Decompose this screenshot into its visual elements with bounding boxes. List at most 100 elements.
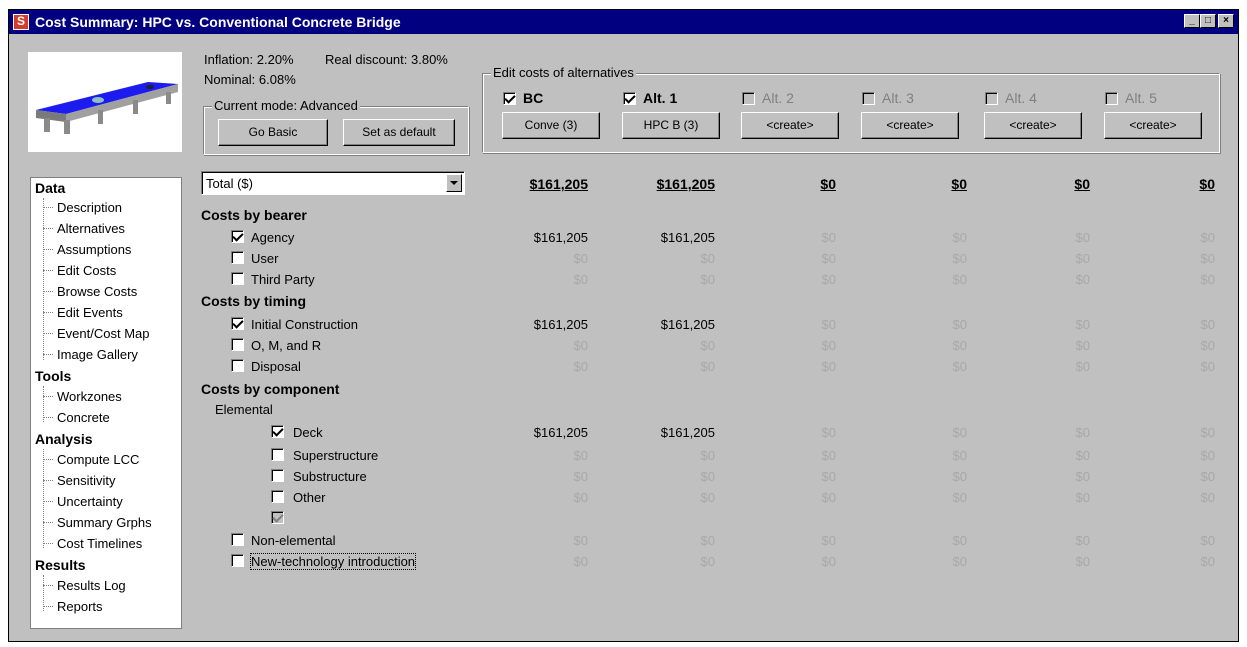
third-party-alt-4: $0: [1075, 272, 1090, 287]
alt-3-checkbox[interactable]: [862, 92, 875, 105]
close-button[interactable]: ×: [1218, 14, 1234, 28]
superstructure-alt-3: $0: [952, 448, 967, 463]
disposal-alt-1: $0: [700, 359, 715, 374]
total-alt-3: $0: [951, 176, 967, 192]
deck-checkbox[interactable]: [271, 425, 284, 438]
alt-bc-edit-button[interactable]: Conve (3): [502, 112, 600, 139]
user-checkbox[interactable]: [231, 251, 244, 264]
title-bar: Cost Summary: HPC vs. Conventional Concr…: [9, 10, 1238, 34]
nav-item-alternatives[interactable]: Alternatives: [57, 221, 125, 236]
agency-checkbox[interactable]: [231, 230, 244, 243]
new-technology-alt-1: $0: [700, 554, 715, 569]
nav-item-concrete[interactable]: Concrete: [57, 410, 110, 425]
disposal-checkbox[interactable]: [231, 359, 244, 372]
alt-3-label: Alt. 3: [882, 90, 914, 106]
superstructure-alt-4: $0: [1075, 448, 1090, 463]
initial-alt-3: $0: [952, 317, 967, 332]
new-technology-alt-5: $0: [1200, 554, 1215, 569]
non-elemental-alt-4: $0: [1075, 533, 1090, 548]
non-elemental-label: Non-elemental: [251, 533, 336, 548]
initial-construction-checkbox[interactable]: [231, 317, 244, 330]
nav-group-results[interactable]: Results: [35, 557, 86, 573]
deck-bc: $161,205: [533, 425, 588, 440]
alt-2-checkbox[interactable]: [742, 92, 755, 105]
third-party-checkbox[interactable]: [231, 272, 244, 285]
mode-group: Current mode: Advanced Go Basic Set as d…: [203, 98, 469, 155]
deck-alt-4: $0: [1075, 425, 1090, 440]
other-checkbox[interactable]: [271, 490, 284, 503]
alt-bc-checkbox[interactable]: [503, 92, 516, 105]
nav-item-edit-costs[interactable]: Edit Costs: [57, 263, 116, 278]
superstructure-alt-5: $0: [1200, 448, 1215, 463]
substructure-checkbox[interactable]: [271, 469, 284, 482]
new-technology-alt-2: $0: [821, 554, 836, 569]
substructure-alt-3: $0: [952, 469, 967, 484]
third-party-label: Third Party: [251, 272, 315, 287]
nav-item-reports[interactable]: Reports: [57, 599, 103, 614]
non-elemental-alt-5: $0: [1200, 533, 1215, 548]
alt-4-create-button[interactable]: <create>: [984, 112, 1082, 139]
nav-item-assumptions[interactable]: Assumptions: [57, 242, 131, 257]
elemental-group-checkbox: [271, 511, 284, 524]
agency-label: Agency: [251, 230, 295, 245]
nav-item-workzones[interactable]: Workzones: [57, 389, 122, 404]
new-technology-checkbox[interactable]: [231, 554, 244, 567]
set-default-button[interactable]: Set as default: [343, 119, 455, 146]
alt-5-create-button[interactable]: <create>: [1104, 112, 1202, 139]
nav-group-analysis[interactable]: Analysis: [35, 431, 93, 447]
nav-item-summary-graphs[interactable]: Summary Grphs: [57, 515, 152, 530]
nav-item-event-cost-map[interactable]: Event/Cost Map: [57, 326, 150, 341]
chevron-down-icon[interactable]: [446, 174, 462, 192]
other-alt-2: $0: [821, 490, 836, 505]
non-elemental-alt-1: $0: [700, 533, 715, 548]
superstructure-checkbox[interactable]: [271, 448, 284, 461]
nav-group-data[interactable]: Data: [35, 180, 65, 196]
total-bc: $161,205: [529, 176, 588, 192]
nav-group-tools[interactable]: Tools: [35, 368, 71, 384]
alt-5-checkbox[interactable]: [1105, 92, 1118, 105]
other-label: Other: [293, 490, 326, 505]
initial-alt-4: $0: [1075, 317, 1090, 332]
non-elemental-alt-2: $0: [821, 533, 836, 548]
agency-alt-5: $0: [1200, 230, 1215, 245]
user-alt-5: $0: [1200, 251, 1215, 266]
other-alt-1: $0: [700, 490, 715, 505]
nav-item-browse-costs[interactable]: Browse Costs: [57, 284, 137, 299]
alt-3-create-button[interactable]: <create>: [861, 112, 959, 139]
nav-item-compute-lcc[interactable]: Compute LCC: [57, 452, 139, 467]
initial-bc: $161,205: [533, 317, 588, 332]
alt-1-edit-button[interactable]: HPC B (3): [622, 112, 720, 139]
substructure-bc: $0: [573, 469, 588, 484]
agency-alt-1: $161,205: [660, 230, 715, 245]
alt-2-create-button[interactable]: <create>: [741, 112, 839, 139]
other-alt-5: $0: [1200, 490, 1215, 505]
omr-checkbox[interactable]: [231, 338, 244, 351]
alt-1-checkbox[interactable]: [623, 92, 636, 105]
nav-item-results-log[interactable]: Results Log: [57, 578, 126, 593]
alt-4-checkbox[interactable]: [985, 92, 998, 105]
nav-item-sensitivity[interactable]: Sensitivity: [57, 473, 116, 488]
cost-type-select[interactable]: Total ($): [201, 171, 465, 195]
omr-bc: $0: [573, 338, 588, 353]
disposal-bc: $0: [573, 359, 588, 374]
maximize-button[interactable]: □: [1200, 14, 1216, 28]
disposal-alt-3: $0: [952, 359, 967, 374]
non-elemental-checkbox[interactable]: [231, 533, 244, 546]
nav-item-edit-events[interactable]: Edit Events: [57, 305, 123, 320]
deck-label: Deck: [293, 425, 323, 440]
non-elemental-bc: $0: [573, 533, 588, 548]
nav-item-uncertainty[interactable]: Uncertainty: [57, 494, 123, 509]
third-party-alt-1: $0: [700, 272, 715, 287]
initial-alt-5: $0: [1200, 317, 1215, 332]
go-basic-button[interactable]: Go Basic: [218, 119, 328, 146]
nav-item-description[interactable]: Description: [57, 200, 122, 215]
new-technology-alt-4: $0: [1075, 554, 1090, 569]
navigation-tree: Data Description Alternatives Assumption…: [30, 177, 182, 629]
user-alt-4: $0: [1075, 251, 1090, 266]
minimize-button[interactable]: _: [1184, 14, 1200, 28]
non-elemental-alt-3: $0: [952, 533, 967, 548]
nav-item-cost-timelines[interactable]: Cost Timelines: [57, 536, 142, 551]
agency-alt-4: $0: [1075, 230, 1090, 245]
alt-1-label: Alt. 1: [643, 90, 678, 106]
nav-item-image-gallery[interactable]: Image Gallery: [57, 347, 138, 362]
